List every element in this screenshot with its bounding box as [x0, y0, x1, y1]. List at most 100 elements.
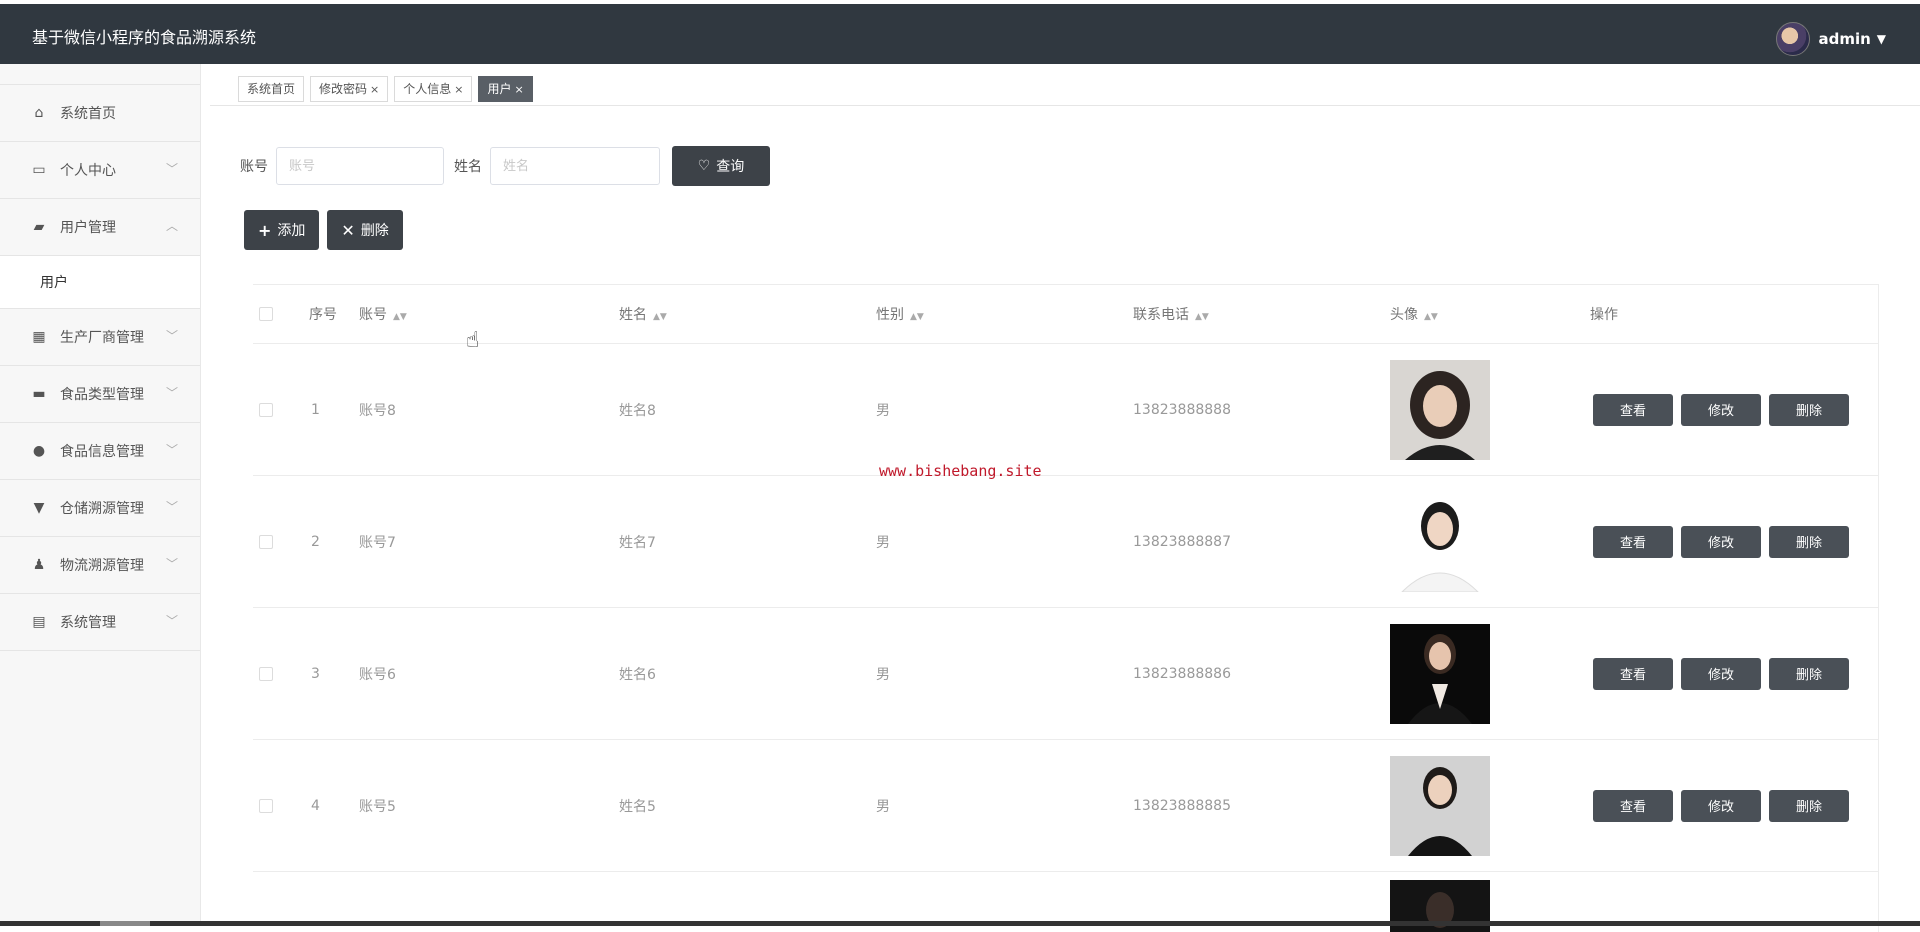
view-button[interactable]: 查看 — [1593, 657, 1673, 690]
sort-icon[interactable]: ▲▼ — [653, 312, 667, 322]
chevron-down-icon: ﹀ — [165, 557, 178, 571]
delete-button[interactable]: 删除 — [1769, 657, 1849, 690]
header-account[interactable]: 账号 ▲▼ — [359, 304, 407, 324]
view-button[interactable]: 查看 — [1593, 789, 1673, 822]
delete-button[interactable]: 删除 — [1769, 393, 1849, 426]
cell-index: 2 — [311, 533, 320, 550]
row-checkbox[interactable] — [259, 666, 273, 681]
add-button[interactable]: + 添加 — [244, 210, 320, 250]
row-checkbox[interactable] — [259, 534, 273, 549]
tab-label: 用户 — [487, 82, 512, 96]
cell-gender: 男 — [876, 798, 890, 815]
edit-button[interactable]: 修改 — [1681, 789, 1761, 822]
row-checkbox[interactable] — [259, 798, 273, 813]
grid-icon: ▦ — [32, 329, 46, 345]
home-icon: ⌂ — [34, 105, 44, 121]
close-icon[interactable]: × — [454, 83, 463, 96]
caret-down-icon[interactable]: ▼ — [1877, 32, 1886, 46]
sort-icon[interactable]: ▲▼ — [910, 312, 924, 322]
name-label: 姓名 — [454, 159, 482, 175]
delete-button[interactable]: 删除 — [1769, 789, 1849, 822]
delete-button[interactable]: 删除 — [1769, 525, 1849, 558]
sidebar-item-logistics-trace[interactable]: ♟ 物流溯源管理 ﹀ — [0, 537, 200, 594]
cell-name: 姓名6 — [619, 666, 656, 683]
sidebar-item-storage-trace[interactable]: ▼ 仓储溯源管理 ﹀ — [0, 480, 200, 537]
sidebar-item-label: 生产厂商管理 — [60, 330, 144, 346]
tab-label: 系统首页 — [247, 82, 296, 96]
name-search-input[interactable] — [490, 147, 660, 185]
user-avatar[interactable] — [1776, 22, 1811, 56]
sidebar-item-food-info[interactable]: ● 食品信息管理 ﹀ — [0, 423, 200, 480]
watermark-text: www.bishebang.site — [879, 462, 1042, 480]
header-label: 头像 — [1390, 307, 1418, 323]
sidebar-item-user-management[interactable]: ▰ 用户管理 ︿ — [0, 199, 200, 256]
view-button[interactable]: 查看 — [1593, 525, 1673, 558]
sidebar-item-label: 物流溯源管理 — [60, 558, 144, 574]
header-label: 性别 — [876, 307, 904, 323]
sidebar-item-food-type[interactable]: ▬ 食品类型管理 ﹀ — [0, 366, 200, 423]
scrollbar-thumb[interactable] — [100, 921, 150, 926]
table-row: 4 账号5 姓名5 男 13823888885 查看 修改 删除 — [253, 740, 1878, 872]
sidebar-item-label: 系统管理 — [60, 615, 116, 631]
sort-icon[interactable]: ▲▼ — [1424, 312, 1438, 322]
sidebar-item-label: 仓储溯源管理 — [60, 501, 144, 517]
sort-icon[interactable]: ▲▼ — [1195, 312, 1209, 322]
horizontal-scrollbar[interactable] — [0, 921, 1920, 926]
card-icon: ▭ — [32, 162, 46, 178]
chevron-down-icon: ﹀ — [165, 443, 178, 457]
sidebar: ⌂ 系统首页 ▭ 个人中心 ﹀ ▰ 用户管理 ︿ 用户 ▦ 生产厂商管理 ﹀ ▬… — [0, 64, 201, 926]
row-operations: 查看 修改 删除 — [1593, 789, 1857, 822]
edit-button[interactable]: 修改 — [1681, 393, 1761, 426]
close-icon[interactable]: × — [370, 83, 379, 96]
header-phone[interactable]: 联系电话 ▲▼ — [1133, 304, 1209, 324]
user-menu[interactable]: admin ▼ — [1776, 22, 1886, 56]
cell-phone: 13823888886 — [1133, 665, 1231, 682]
header-index: 序号 — [309, 307, 337, 323]
sidebar-item-label: 个人中心 — [60, 163, 116, 179]
cell-account: 账号7 — [359, 534, 396, 551]
query-button[interactable]: ♡ 查询 — [672, 146, 770, 186]
sidebar-subitem-user[interactable]: 用户 — [0, 256, 200, 309]
header-gender[interactable]: 性别 ▲▼ — [876, 304, 924, 324]
tab-label: 修改密码 — [319, 82, 368, 96]
header-avatar[interactable]: 头像 ▲▼ — [1390, 304, 1438, 324]
avatar-photo[interactable] — [1390, 359, 1490, 460]
cell-account: 账号6 — [359, 666, 396, 683]
avatar-photo[interactable] — [1390, 491, 1490, 592]
cell-phone: 13823888885 — [1133, 797, 1231, 814]
header-name[interactable]: 姓名 ▲▼ — [619, 304, 667, 324]
sidebar-item-manufacturer[interactable]: ▦ 生产厂商管理 ﹀ — [0, 309, 200, 366]
edit-button[interactable]: 修改 — [1681, 657, 1761, 690]
chevron-down-icon: ﹀ — [165, 329, 178, 343]
sidebar-item-home[interactable]: ⌂ 系统首页 — [0, 84, 200, 142]
user-manage-icon: ▰ — [33, 219, 45, 235]
username[interactable]: admin — [1818, 30, 1870, 48]
tab-home[interactable]: 系统首页 — [238, 76, 305, 102]
header-operations: 操作 — [1590, 307, 1618, 323]
edit-button[interactable]: 修改 — [1681, 525, 1761, 558]
tabs-divider — [210, 105, 1920, 106]
top-header: 基于微信小程序的食品溯源系统 admin ▼ — [0, 4, 1920, 64]
avatar-photo[interactable] — [1390, 755, 1490, 856]
sidebar-item-system[interactable]: ▤ 系统管理 ﹀ — [0, 594, 200, 651]
table-row: 3 账号6 姓名6 男 13823888886 查看 修改 删除 — [253, 608, 1878, 740]
heart-icon: ♡ — [697, 158, 711, 174]
row-checkbox[interactable] — [259, 402, 273, 417]
add-button-label: 添加 — [277, 223, 306, 239]
select-all-checkbox[interactable] — [259, 307, 273, 321]
batch-delete-button[interactable]: ✕ 删除 — [327, 210, 403, 250]
chevron-down-icon: ﹀ — [165, 614, 178, 628]
account-label: 账号 — [240, 159, 268, 175]
avatar-photo[interactable] — [1390, 623, 1490, 724]
action-bar: + 添加 ✕ 删除 — [244, 210, 411, 250]
tab-personal-info[interactable]: 个人信息 × — [394, 76, 473, 102]
tab-user[interactable]: 用户 × — [478, 76, 533, 102]
tab-change-password[interactable]: 修改密码 × — [310, 76, 389, 102]
sidebar-item-personal-center[interactable]: ▭ 个人中心 ﹀ — [0, 142, 200, 199]
cell-index: 4 — [311, 797, 320, 814]
sort-icon[interactable]: ▲▼ — [393, 312, 407, 322]
cell-account: 账号5 — [359, 798, 396, 815]
close-icon[interactable]: × — [515, 83, 524, 96]
account-search-input[interactable] — [276, 147, 444, 185]
view-button[interactable]: 查看 — [1593, 393, 1673, 426]
